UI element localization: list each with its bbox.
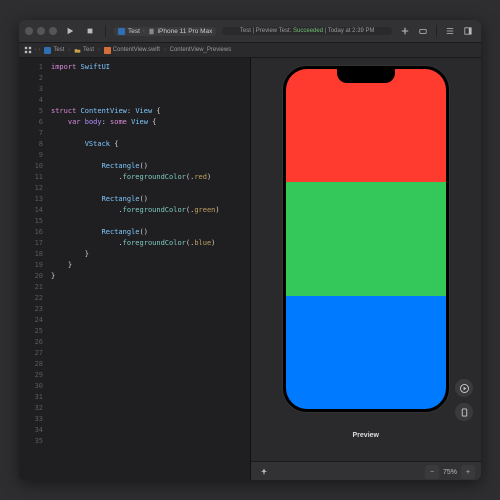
zoom-window-button[interactable] — [49, 27, 57, 35]
chevron-right-icon: › — [68, 47, 70, 53]
close-window-button[interactable] — [25, 27, 33, 35]
stop-button[interactable] — [83, 24, 97, 38]
scheme-selector[interactable]: Test › iPhone 11 Pro Max — [114, 27, 216, 36]
stop-icon — [86, 27, 94, 35]
preview-label: Preview — [251, 432, 482, 439]
zoom-in-button[interactable]: + — [461, 465, 475, 479]
breadcrumb-label: Test — [53, 47, 64, 53]
play-icon — [66, 27, 74, 35]
pin-preview-button[interactable] — [257, 465, 271, 479]
editor-options-button[interactable] — [443, 24, 457, 38]
preview-on-device-button[interactable] — [455, 403, 473, 421]
preview-panel: Preview − 75% + — [251, 58, 482, 480]
chevron-right-icon: › — [143, 28, 145, 34]
chevron-right-icon: › — [164, 47, 166, 53]
project-icon — [44, 47, 51, 54]
inspectors-toggle[interactable] — [461, 24, 475, 38]
rectangle-red — [286, 69, 446, 182]
folder-icon — [74, 47, 81, 54]
preview-canvas[interactable]: Preview — [251, 58, 482, 461]
breadcrumb-label: ContentView.swift — [113, 47, 160, 53]
app-icon — [118, 28, 125, 35]
rectangle-blue — [286, 296, 446, 409]
forward-button[interactable]: › — [39, 47, 41, 53]
back-button[interactable]: ‹ — [35, 47, 37, 53]
run-button[interactable] — [63, 24, 77, 38]
device-screen — [286, 69, 446, 409]
related-items-button[interactable] — [23, 45, 33, 55]
minus-icon: − — [430, 469, 434, 476]
code-content: import SwiftUI struct ContentView: View … — [47, 58, 250, 480]
breadcrumb-project[interactable]: Test — [42, 47, 66, 54]
pin-icon — [260, 468, 268, 476]
minimize-window-button[interactable] — [37, 27, 45, 35]
zoom-level[interactable]: 75% — [443, 469, 457, 476]
breadcrumb-label: ContentView_Previews — [170, 47, 232, 53]
grid-icon — [24, 46, 32, 54]
plus-icon — [401, 27, 409, 35]
code-editor[interactable]: 1234567891011121314151617181920212223242… — [19, 58, 251, 480]
preview-footer: − 75% + — [251, 461, 482, 480]
scheme-name: Test — [128, 28, 140, 35]
traffic-lights — [25, 27, 57, 35]
device-icon — [148, 28, 155, 35]
device-notch — [337, 69, 395, 83]
toolbar: Test › iPhone 11 Pro Max Test | Preview … — [19, 20, 481, 43]
editor-split: 1234567891011121314151617181920212223242… — [19, 58, 481, 480]
activity-status: Test | Preview Test: Succeeded | Today a… — [222, 27, 392, 35]
breadcrumb-symbol[interactable]: ContentView_Previews — [168, 47, 234, 53]
play-circle-icon — [460, 384, 469, 393]
live-preview-button[interactable] — [455, 379, 473, 397]
breadcrumb-label: Test — [83, 47, 94, 53]
zoom-out-button[interactable]: − — [425, 465, 439, 479]
lines-icon — [446, 27, 454, 35]
jump-bar: ‹ › Test › Test › ContentView.swift › Co… — [19, 43, 481, 58]
breadcrumb-file[interactable]: ContentView.swift — [102, 47, 162, 54]
device-send-icon — [460, 408, 469, 417]
add-button[interactable] — [398, 24, 412, 38]
panel-right-icon — [464, 27, 472, 35]
device-frame — [283, 66, 449, 412]
toolbar-separator — [436, 25, 437, 37]
swift-file-icon — [104, 47, 111, 54]
line-gutter: 1234567891011121314151617181920212223242… — [19, 58, 47, 480]
chevron-right-icon: › — [98, 47, 100, 53]
rectangle-green — [286, 182, 446, 295]
library-button[interactable] — [416, 24, 430, 38]
xcode-window: Test › iPhone 11 Pro Max Test | Preview … — [19, 20, 481, 480]
toolbar-separator — [105, 25, 106, 37]
device-name: iPhone 11 Pro Max — [158, 28, 213, 35]
library-icon — [419, 27, 427, 35]
plus-icon: + — [466, 469, 470, 476]
breadcrumb-folder[interactable]: Test — [72, 47, 96, 54]
